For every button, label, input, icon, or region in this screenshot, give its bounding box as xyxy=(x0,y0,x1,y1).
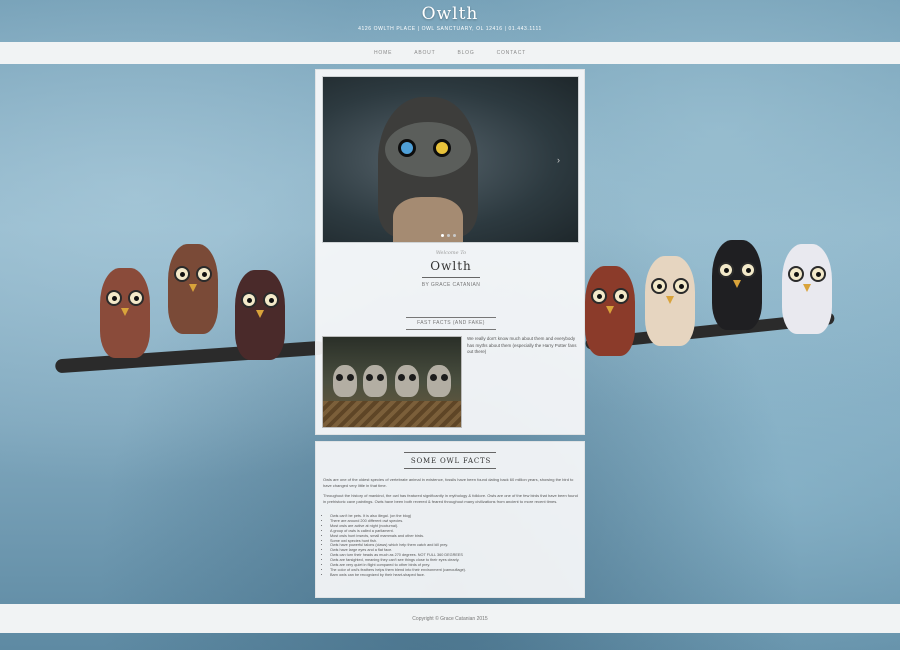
intro-card: › Welcome To Owlth BY GRACE CATANIAN FAS… xyxy=(315,69,585,435)
owl-figure xyxy=(235,270,285,360)
facts-list: Owls can't be pets. It is also illegal. … xyxy=(330,514,580,578)
site-title[interactable]: Owlth xyxy=(0,4,900,24)
branch-left xyxy=(54,340,326,374)
owlets-photo xyxy=(322,336,462,428)
carousel-dots xyxy=(441,234,456,237)
owl-figure xyxy=(645,256,695,346)
site-footer: Copyright © Grace Catanian 2015 xyxy=(0,604,900,633)
chevron-right-icon[interactable]: › xyxy=(557,155,560,165)
byline: BY GRACE CATANIAN xyxy=(421,282,481,288)
owlet xyxy=(363,365,387,397)
carousel-dot[interactable] xyxy=(453,234,456,237)
carousel-dot[interactable] xyxy=(441,234,444,237)
hero-owl-eye-right xyxy=(433,139,451,157)
hero-carousel[interactable]: › xyxy=(322,76,579,243)
divider xyxy=(406,317,496,318)
facts-paragraph: Owls are one of the oldest species of ve… xyxy=(323,477,574,488)
nav-home-link[interactable]: HOME xyxy=(374,50,392,56)
section-title: FAST FACTS (AND FAKE) xyxy=(417,320,485,326)
facts-title: SOME OWL FACTS xyxy=(410,457,492,465)
owl-figure xyxy=(712,240,762,330)
site-address: 4126 OWLTH PLACE | OWL SANCTUARY, OL 124… xyxy=(358,26,542,32)
divider xyxy=(404,452,496,453)
divider xyxy=(406,329,496,330)
hero-owl-eye-left xyxy=(398,139,416,157)
intro-paragraph: We really don't know much about them and… xyxy=(467,336,577,354)
carousel-dot[interactable] xyxy=(447,234,450,237)
owlet xyxy=(395,365,419,397)
copyright-text: Copyright © Grace Catanian 2015 xyxy=(412,615,488,622)
owl-figure xyxy=(782,244,832,334)
facts-paragraph: Throughout the history of mankind, the o… xyxy=(323,493,578,504)
nav-about-link[interactable]: ABOUT xyxy=(414,50,435,56)
site-header: Owlth 4126 OWLTH PLACE | OWL SANCTUARY, … xyxy=(0,0,900,42)
owl-figure xyxy=(585,266,635,356)
owl-figure xyxy=(100,268,150,358)
nav-contact-link[interactable]: CONTACT xyxy=(497,50,526,56)
nav-blog-link[interactable]: BLOG xyxy=(457,50,474,56)
basket xyxy=(323,401,461,427)
page-title: Owlth xyxy=(430,259,472,273)
owl-figure xyxy=(168,244,218,334)
main-navbar: HOME ABOUT BLOG CONTACT xyxy=(0,42,900,64)
divider xyxy=(404,468,496,469)
welcome-text: Welcome To xyxy=(435,250,467,256)
facts-card: SOME OWL FACTS Owls are one of the oldes… xyxy=(315,441,585,598)
owlet xyxy=(427,365,451,397)
divider xyxy=(422,277,480,278)
owlet xyxy=(333,365,357,397)
list-item: Barn owls can be recognized by their hea… xyxy=(330,573,580,578)
